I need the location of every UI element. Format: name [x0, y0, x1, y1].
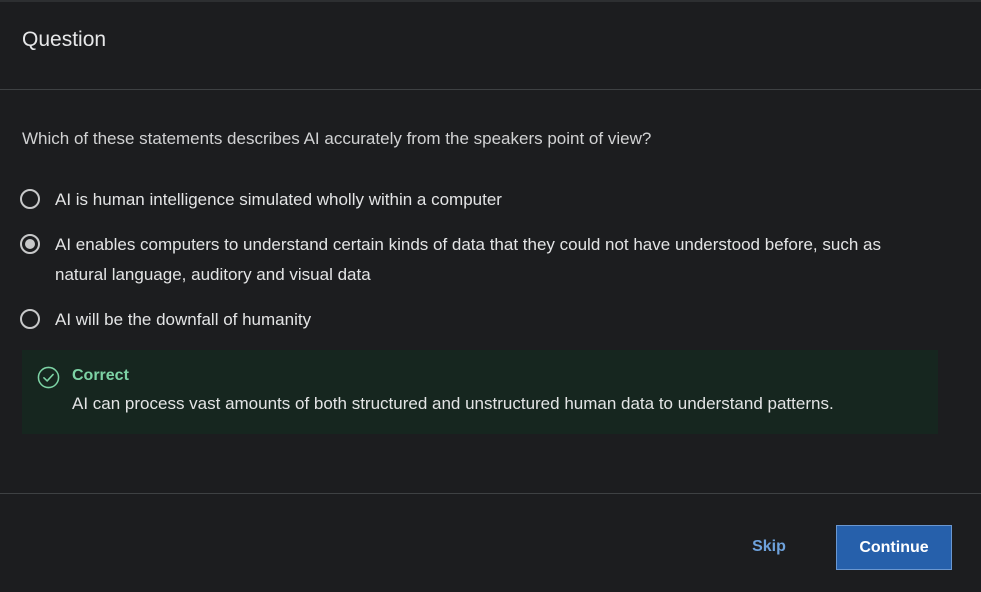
modal-title: Question — [22, 27, 107, 51]
modal-footer: Skip Continue — [0, 493, 981, 592]
feedback-message: AI can process vast amounts of both stru… — [72, 394, 834, 413]
feedback-panel: Correct AI can process vast amounts of b… — [22, 350, 938, 434]
answer-option-3[interactable]: AI will be the downfall of humanity — [20, 305, 915, 335]
answer-option-1[interactable]: AI is human intelligence simulated wholl… — [20, 185, 915, 215]
question-modal: Question Which of these statements descr… — [0, 0, 981, 592]
radio-button-selected[interactable] — [20, 234, 40, 254]
answer-option-2[interactable]: AI enables computers to understand certa… — [20, 230, 915, 290]
radio-button[interactable] — [20, 309, 40, 329]
question-text: Which of these statements describes AI a… — [22, 129, 652, 148]
answer-option-label: AI enables computers to understand certa… — [55, 235, 881, 284]
check-circle-icon — [37, 366, 60, 389]
answer-option-label: AI is human intelligence simulated wholl… — [55, 190, 502, 209]
modal-header: Question — [0, 2, 981, 90]
continue-button[interactable]: Continue — [836, 525, 952, 570]
feedback-title: Correct — [72, 367, 129, 384]
radio-button[interactable] — [20, 189, 40, 209]
answer-option-label: AI will be the downfall of humanity — [55, 310, 312, 329]
skip-button[interactable]: Skip — [735, 525, 803, 569]
